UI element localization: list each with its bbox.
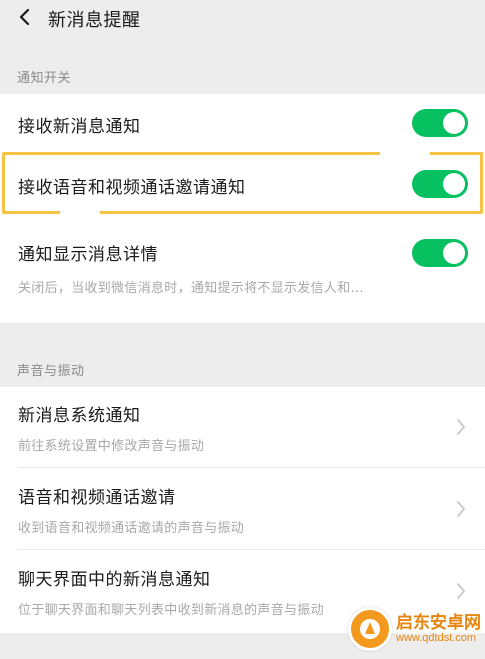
highlight-gap: [60, 211, 100, 215]
page-title: 新消息提醒: [48, 10, 141, 31]
watermark-logo-icon: [348, 607, 392, 651]
receive-new-toggle[interactable]: [412, 109, 468, 137]
toggle-knob: [443, 173, 465, 195]
back-arrow-icon: [19, 8, 30, 26]
watermark-text: 启东安卓网 www.qdtdst.com: [396, 612, 481, 645]
row-subtitle-system-notify: 前往系统设置中修改声音与振动: [18, 439, 205, 454]
sound-vibration-group: 新消息系统通知 前往系统设置中修改声音与振动 语音和视频通话邀请 收到语音和视频…: [0, 387, 485, 633]
section-label-notification-switch: 通知开关: [17, 71, 72, 86]
row-subtitle-call-invite: 收到语音和视频通话邀请的声音与振动: [18, 521, 245, 536]
row-subtitle-chat-notify: 位于聊天界面和聊天列表中收到新消息的声音与振动: [18, 603, 324, 618]
section-label-sound-vibration: 声音与振动: [17, 364, 85, 379]
row-subtitle-show-detail: 关闭后，当收到微信消息时，通知提示将不显示发信人和...: [18, 281, 364, 296]
divider: [18, 467, 485, 468]
chevron-right-icon: [457, 501, 465, 517]
watermark-name: 启东安卓网: [396, 612, 481, 633]
row-title-receive-new: 接收新消息通知: [18, 117, 141, 137]
row-call-invite-sound[interactable]: 语音和视频通话邀请 收到语音和视频通话邀请的声音与振动: [0, 469, 485, 547]
row-title-call-invite: 语音和视频通话邀请: [18, 488, 176, 508]
chevron-right-icon: [457, 419, 465, 435]
chevron-right-icon: [457, 583, 465, 599]
notification-switch-group: 接收新消息通知 接收语音和视频通话邀请通知 通知显示消息详情 关闭后，当收到微信…: [0, 94, 485, 323]
back-button[interactable]: [12, 4, 38, 30]
watermark-url: www.qdtdst.com: [396, 632, 477, 645]
row-system-notification[interactable]: 新消息系统通知 前往系统设置中修改声音与振动: [0, 387, 485, 465]
row-title-system-notify: 新消息系统通知: [18, 406, 141, 426]
row-title-show-detail: 通知显示消息详情: [18, 245, 158, 265]
row-receive-new-messages[interactable]: 接收新消息通知: [0, 94, 485, 152]
divider: [18, 549, 485, 550]
row-title-chat-notify: 聊天界面中的新消息通知: [18, 570, 211, 590]
highlight-gap: [380, 151, 430, 155]
row-receive-call-invites[interactable]: 接收语音和视频通话邀请通知: [0, 153, 485, 215]
row-show-message-detail[interactable]: 通知显示消息详情 关闭后，当收到微信消息时，通知提示将不显示发信人和...: [0, 228, 485, 323]
site-watermark: 启东安卓网 www.qdtdst.com: [348, 601, 483, 657]
settings-page: 新消息提醒 通知开关 接收新消息通知 接收语音和视频通话邀请通知 通知显示消息详…: [0, 0, 485, 659]
receive-call-toggle[interactable]: [412, 170, 468, 198]
show-detail-toggle[interactable]: [412, 239, 468, 267]
row-title-receive-call: 接收语音和视频通话邀请通知: [18, 178, 246, 198]
toggle-knob: [443, 242, 465, 264]
top-bar: 新消息提醒: [0, 0, 485, 38]
toggle-knob: [443, 112, 465, 134]
